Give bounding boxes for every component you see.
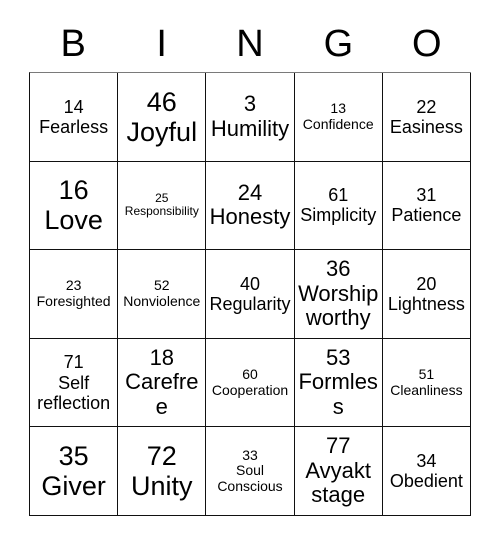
bingo-cell-number: 71	[63, 352, 84, 373]
bingo-cell-number: 20	[416, 273, 437, 294]
bingo-cell-number: 36	[325, 256, 351, 282]
bingo-cell[interactable]: 14 Fearless	[30, 73, 119, 162]
bingo-cell[interactable]: 34 Obedient	[382, 427, 472, 516]
bingo-cell-label: Patience	[391, 205, 462, 226]
bingo-card: B I N G O 14 Fearless 46 Joyful 3 Humili…	[29, 16, 472, 516]
bingo-cell[interactable]: 52 Nonviolence	[118, 250, 207, 339]
bingo-cell-number: 52	[154, 277, 170, 294]
bingo-grid: 14 Fearless 46 Joyful 3 Humility 13 Conf…	[29, 72, 472, 516]
bingo-cell-label: Foresighted	[36, 292, 111, 309]
bingo-cell-number: 31	[416, 185, 437, 206]
bingo-header-letter-o: O	[412, 23, 442, 65]
bingo-cell[interactable]: 33 Soul Conscious	[206, 427, 295, 516]
bingo-cell-number: 33	[242, 446, 258, 463]
bingo-cell-number: 14	[63, 96, 84, 117]
bingo-cell[interactable]: 35 Giver	[30, 427, 119, 516]
bingo-cell[interactable]: 31 Patience	[382, 161, 472, 251]
bingo-cell[interactable]: 3 Humility	[206, 73, 295, 162]
bingo-cell[interactable]: 13 Confidence	[294, 73, 383, 162]
bingo-cell-label: Avyakt stage	[305, 457, 372, 508]
bingo-cell[interactable]: 25 Responsibility	[118, 161, 207, 251]
bingo-row: 35 Giver 72 Unity 33 Soul Conscious 77 A…	[30, 427, 472, 516]
bingo-cell[interactable]: 71 Self reflection	[30, 338, 119, 428]
bingo-header-letter-b: B	[60, 23, 86, 65]
bingo-cell[interactable]: 24 Honesty	[206, 161, 295, 251]
bingo-cell[interactable]: 60 Cooperation	[206, 338, 295, 428]
bingo-cell[interactable]: 22 Easiness	[382, 73, 472, 162]
bingo-cell[interactable]: 18 Carefree	[118, 338, 207, 428]
bingo-cell-label: Self reflection	[37, 372, 111, 413]
bingo-cell-label: Responsibility	[124, 204, 199, 219]
bingo-cell-label: Soul Conscious	[217, 462, 283, 494]
bingo-cell-number: 72	[146, 440, 177, 471]
bingo-cell-label: Giver	[41, 471, 106, 502]
bingo-cell-label: Unity	[131, 471, 193, 502]
bingo-cell-label: Carefree	[125, 369, 199, 419]
bingo-header-letter-n: N	[236, 23, 264, 65]
bingo-cell[interactable]: 40 Regularity	[206, 250, 295, 339]
bingo-cell-label: Lightness	[387, 293, 465, 314]
bingo-cell-label: Easiness	[389, 116, 463, 137]
bingo-cell-label: Simplicity	[300, 205, 377, 226]
bingo-cell-label: Confidence	[302, 115, 374, 132]
bingo-header-row: B I N G O	[29, 16, 471, 72]
bingo-cell-number: 51	[418, 365, 435, 382]
bingo-cell-label: Regularity	[209, 293, 291, 314]
bingo-cell[interactable]: 72 Unity	[118, 427, 207, 516]
bingo-cell[interactable]: 46 Joyful	[118, 73, 207, 162]
bingo-cell-number: 77	[325, 433, 351, 459]
bingo-row: 16 Love 25 Responsibility 24 Honesty 61 …	[30, 161, 472, 251]
bingo-cell-label: Worship worthy	[298, 280, 379, 331]
bingo-cell-number: 3	[243, 91, 257, 117]
bingo-cell-label: Love	[44, 205, 103, 236]
bingo-cell[interactable]: 61 Simplicity	[294, 161, 383, 251]
bingo-cell-label: Honesty	[209, 204, 291, 230]
bingo-cell-label: Cooperation	[211, 381, 289, 398]
bingo-cell-number: 25	[155, 190, 169, 205]
bingo-cell-label: Obedient	[389, 471, 463, 492]
bingo-cell[interactable]: 51 Cleanliness	[382, 338, 472, 428]
bingo-cell-number: 16	[58, 175, 89, 206]
bingo-cell-number: 46	[146, 86, 177, 117]
bingo-cell-number: 13	[330, 100, 346, 117]
bingo-cell-label: Nonviolence	[123, 292, 201, 309]
bingo-cell-number: 40	[239, 273, 261, 294]
bingo-cell-label: Formless	[298, 369, 378, 419]
bingo-cell-label: Humility	[210, 115, 290, 141]
bingo-cell-number: 24	[237, 179, 263, 205]
bingo-row: 71 Self reflection 18 Carefree 60 Cooper…	[30, 338, 472, 428]
bingo-cell-number: 23	[65, 277, 82, 294]
bingo-row: 23 Foresighted 52 Nonviolence 40 Regular…	[30, 250, 472, 339]
bingo-cell-number: 35	[58, 440, 89, 471]
bingo-cell-number: 61	[328, 185, 349, 206]
bingo-cell-label: Cleanliness	[390, 381, 463, 398]
bingo-cell-number: 60	[242, 365, 258, 382]
bingo-cell-label: Joyful	[126, 116, 198, 147]
bingo-cell-number: 18	[149, 344, 175, 370]
bingo-cell-number: 34	[416, 451, 437, 472]
bingo-cell[interactable]: 23 Foresighted	[30, 250, 119, 339]
bingo-cell[interactable]: 16 Love	[30, 161, 119, 251]
bingo-cell[interactable]: 77 Avyakt stage	[294, 427, 383, 516]
bingo-cell[interactable]: 20 Lightness	[382, 250, 472, 339]
bingo-header-letter-i: I	[156, 23, 167, 65]
bingo-cell-label: Fearless	[39, 116, 109, 137]
bingo-cell[interactable]: 36 Worship worthy	[294, 250, 383, 339]
bingo-header-letter-g: G	[323, 23, 354, 65]
bingo-cell-number: 53	[325, 344, 351, 370]
bingo-cell[interactable]: 53 Formless	[294, 338, 383, 428]
bingo-row: 14 Fearless 46 Joyful 3 Humility 13 Conf…	[30, 73, 472, 162]
bingo-cell-number: 22	[416, 96, 437, 117]
